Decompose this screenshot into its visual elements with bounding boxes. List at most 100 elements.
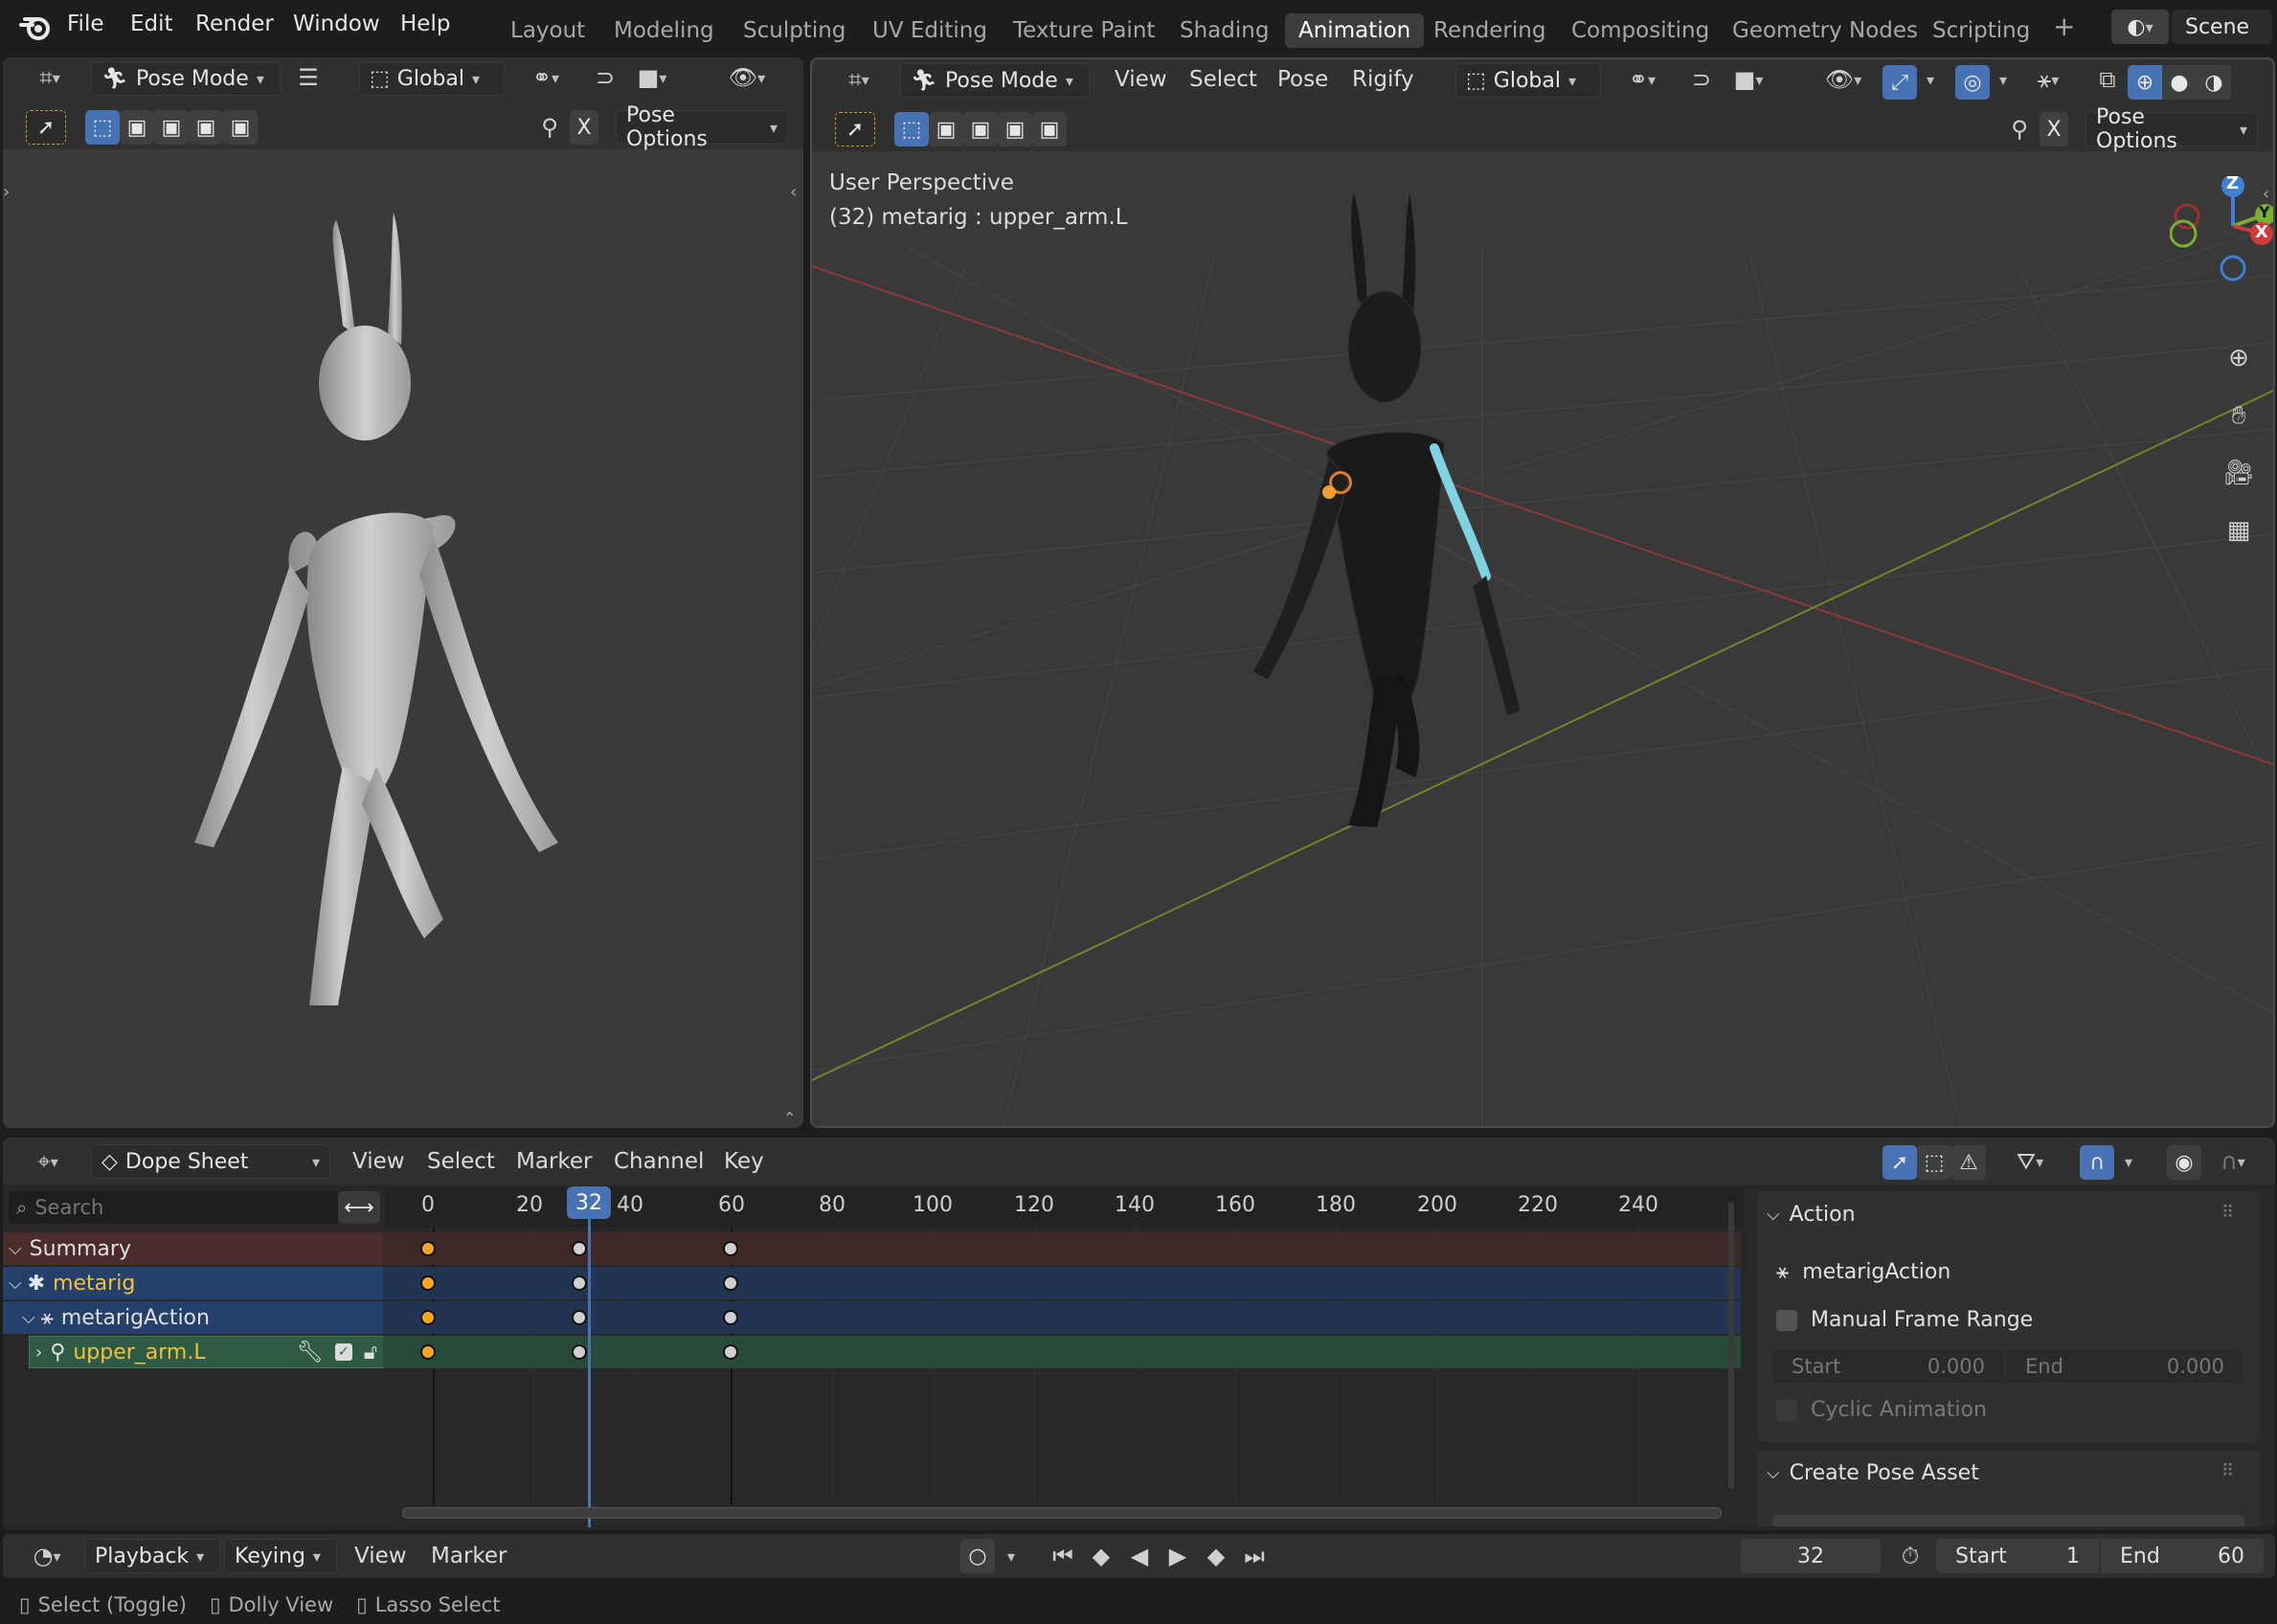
mode-selector[interactable]: 🏃︎ Pose Mode ▾	[900, 63, 1090, 98]
cyclic-checkbox[interactable]	[1776, 1399, 1797, 1421]
xray-icon[interactable]: ⧉	[2091, 63, 2124, 96]
x-mirror-toggle[interactable]: X	[570, 110, 598, 145]
solid-shading-icon[interactable]: ●	[2162, 65, 2197, 100]
editor-type-icon[interactable]: ⌖ ▾	[22, 1145, 74, 1178]
select-invert-icon[interactable]: ▣	[998, 112, 1032, 147]
dopesheet-menu-select[interactable]: Select	[427, 1149, 495, 1174]
snap-icon[interactable]: ⊃	[589, 61, 621, 94]
swap-arrows-icon[interactable]: ⟷	[338, 1191, 380, 1224]
select-intersect-icon[interactable]: ▣	[223, 110, 258, 145]
tweak-tool-icon[interactable]: ➚	[835, 112, 875, 147]
pan-hand-icon[interactable]: ✋︎	[2218, 395, 2260, 437]
select-new-icon[interactable]: ⬚	[85, 110, 120, 145]
proportional-icon[interactable]: ■ ▾	[1722, 63, 1775, 96]
show-hidden-icon[interactable]: ⬚	[1917, 1145, 1951, 1180]
dope-sheet-mode-selector[interactable]: ◇ Dope Sheet ▾	[91, 1144, 330, 1179]
channel-bone[interactable]: › ⚲ upper_arm.L 🔧︎ ✓ 🔓︎	[29, 1336, 384, 1368]
chevron-down-icon[interactable]: ▾	[1000, 1540, 1023, 1572]
select-invert-icon[interactable]: ▣	[189, 110, 223, 145]
keyframe[interactable]	[723, 1241, 738, 1256]
proportional-icon[interactable]: ■ ▾	[625, 61, 679, 94]
visibility-icon[interactable]: 👁︎ ▾	[1815, 63, 1871, 96]
right-viewport[interactable]: ⌗ ▾ 🏃︎ Pose Mode ▾ View Select Pose Rigif…	[810, 57, 2275, 1128]
sidebar-expand-icon[interactable]: ‹	[2263, 184, 2269, 204]
chevron-down-icon[interactable]: ▾	[2117, 1145, 2140, 1178]
keyframe[interactable]	[723, 1310, 738, 1325]
keyframe[interactable]	[723, 1344, 738, 1360]
select-extend-icon[interactable]: ▣	[120, 110, 154, 145]
keyframe[interactable]	[420, 1344, 436, 1360]
tweak-tool-icon[interactable]: ➚	[26, 110, 66, 145]
tab-scripting[interactable]: Scripting	[1919, 13, 2043, 48]
keyframe[interactable]	[572, 1310, 587, 1325]
editor-type-icon[interactable]: ⌗ ▾	[833, 63, 885, 96]
select-subtract-icon[interactable]: ▣	[154, 110, 189, 145]
menu-file[interactable]: File	[67, 11, 104, 36]
toolbar-expand-icon[interactable]: ›	[3, 182, 10, 202]
action-panel-header[interactable]: ⌵ Action	[1767, 1203, 2245, 1227]
current-frame-field[interactable]: 32	[1741, 1539, 1881, 1573]
zoom-icon[interactable]: ⊕	[2218, 337, 2260, 379]
wireframe-shading-icon[interactable]: ⊕	[2128, 65, 2162, 100]
corner-icon[interactable]: ⌃	[783, 1109, 796, 1127]
character-model-wireframe[interactable]	[1214, 193, 1540, 845]
tab-rendering[interactable]: Rendering	[1420, 13, 1559, 48]
menu-help[interactable]: Help	[400, 11, 450, 36]
menu-select[interactable]: Select	[1189, 67, 1257, 92]
chevron-down-icon[interactable]: ▾	[1919, 63, 1942, 96]
chevron-right-icon[interactable]: ›	[35, 1342, 42, 1363]
pose-options-dropdown[interactable]: Pose Options ▾	[616, 103, 788, 151]
playhead-frame-indicator[interactable]: 32	[567, 1186, 611, 1219]
keyframe[interactable]	[420, 1310, 436, 1325]
snapping-magnet-icon[interactable]: ∩	[2080, 1145, 2114, 1180]
create-pose-asset-button[interactable]	[1772, 1515, 2244, 1526]
transform-orientation-selector[interactable]: ⬚ Global ▾	[1455, 63, 1601, 98]
play-reverse-icon[interactable]: ◀	[1123, 1540, 1156, 1572]
keyframe[interactable]	[572, 1275, 587, 1291]
select-subtract-icon[interactable]: ▣	[963, 112, 998, 147]
scene-browse-button[interactable]: ◐ ▾	[2111, 10, 2169, 44]
menu-view[interactable]: View	[1115, 67, 1167, 92]
keying-menu[interactable]: Keying ▾	[224, 1539, 337, 1573]
left-viewport[interactable]: ⌗ ▾ 🏃︎ Pose Mode ▾ ☰ ⬚ Global ▾ ⚭ ▾ ⊃ ■ ▾ 👁…	[3, 57, 803, 1128]
tab-shading[interactable]: Shading	[1166, 13, 1282, 48]
tab-animation[interactable]: Animation	[1285, 13, 1425, 48]
timeline-editor-icon[interactable]: ◔ ▾	[21, 1540, 73, 1572]
select-intersect-icon[interactable]: ▣	[1032, 112, 1067, 147]
dopesheet-menu-marker[interactable]: Marker	[516, 1149, 593, 1174]
falloff-icon[interactable]: ∩ ▾	[2205, 1145, 2261, 1178]
menu-pose[interactable]: Pose	[1277, 67, 1328, 92]
channel-summary[interactable]: ⌵ Summary	[3, 1232, 384, 1265]
pivot-icon[interactable]: ⚭ ▾	[518, 61, 574, 94]
prev-keyframe-icon[interactable]: ◆	[1085, 1540, 1117, 1572]
clock-icon[interactable]: ⏱	[1894, 1540, 1927, 1572]
timeline-menu-marker[interactable]: Marker	[431, 1544, 507, 1568]
x-mirror-toggle[interactable]: X	[2040, 112, 2068, 147]
dopesheet-menu-view[interactable]: View	[352, 1149, 405, 1174]
cyclic-checkbox-row[interactable]: Cyclic Animation	[1776, 1398, 2255, 1422]
character-model-solid[interactable]	[175, 211, 606, 1025]
overlay-toggle-icon[interactable]: ◎	[1955, 65, 1990, 100]
lock-icon[interactable]: 🔓︎	[364, 1341, 377, 1365]
only-selected-icon[interactable]: ➚	[1882, 1145, 1917, 1180]
perspective-grid-icon[interactable]: ▦	[2218, 509, 2260, 552]
modifier-wrench-icon[interactable]: 🔧︎	[297, 1341, 324, 1365]
scene-name-field[interactable]: Scene	[2172, 10, 2272, 44]
channel-object[interactable]: ⌵ ✱ metarig	[3, 1267, 384, 1299]
visibility-icon[interactable]: 👁︎ ▾	[719, 61, 775, 94]
mirror-icon[interactable]: ⚲	[2003, 113, 2036, 146]
hamburger-icon[interactable]: ☰	[292, 61, 325, 94]
keyframe[interactable]	[420, 1241, 436, 1256]
proportional-edit-icon[interactable]: ◉	[2167, 1145, 2201, 1180]
select-new-icon[interactable]: ⬚	[894, 112, 929, 147]
drag-handle-icon[interactable]: ⠿	[2221, 1461, 2234, 1481]
playhead-line[interactable]	[588, 1186, 591, 1527]
playback-menu[interactable]: Playback ▾	[84, 1539, 220, 1573]
dopesheet-menu-key[interactable]: Key	[724, 1149, 764, 1174]
menu-edit[interactable]: Edit	[130, 11, 173, 36]
drag-handle-icon[interactable]: ⠿	[2221, 1203, 2234, 1223]
tab-geometry-nodes[interactable]: Geometry Nodes	[1719, 13, 1931, 48]
transform-orientation-selector[interactable]: ⬚ Global ▾	[359, 61, 505, 96]
mode-selector[interactable]: 🏃︎ Pose Mode ▾	[91, 61, 281, 96]
select-extend-icon[interactable]: ▣	[929, 112, 963, 147]
